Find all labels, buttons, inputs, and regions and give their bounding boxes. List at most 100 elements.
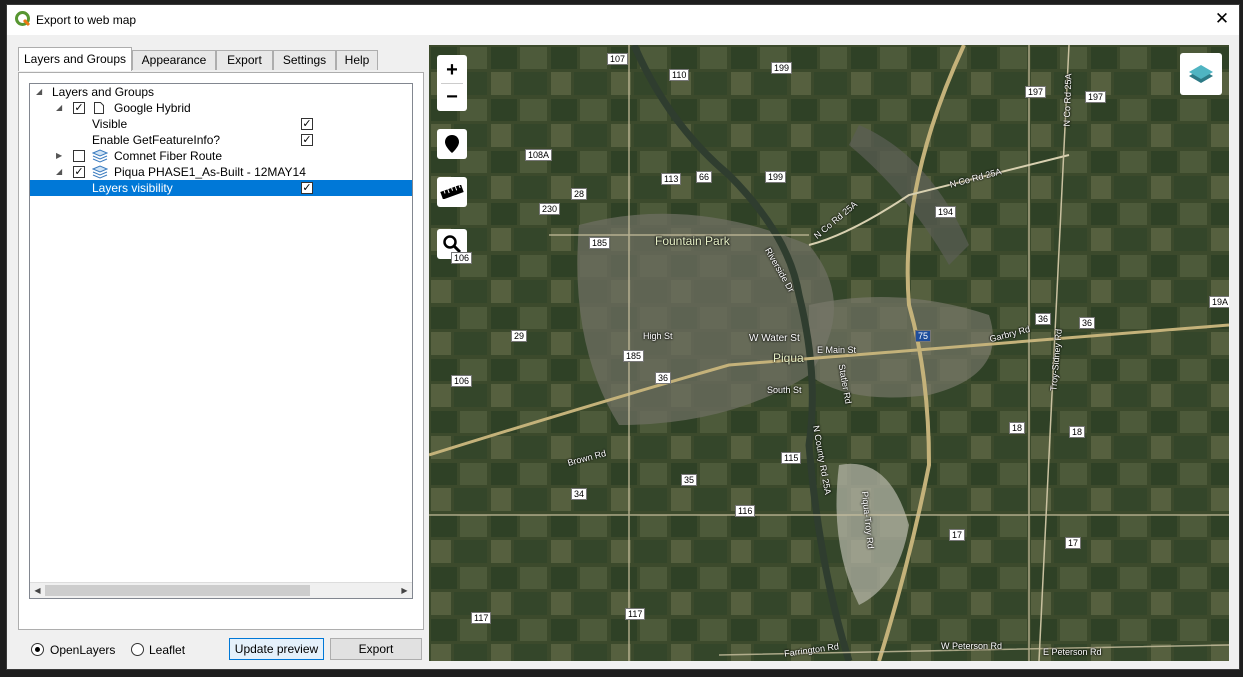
tab-appearance[interactable]: Appearance <box>132 50 216 70</box>
tree-item-layers-visibility[interactable]: Layers visibility ✓ <box>30 180 412 196</box>
layer-name: Google Hybrid <box>114 101 191 115</box>
left-panel: Layers and Groups Appearance Export Sett… <box>18 42 424 630</box>
route-shield: 107 <box>607 53 629 65</box>
layers-visibility-checkbox[interactable]: ✓ <box>301 182 313 194</box>
route-shield: 194 <box>935 206 957 218</box>
route-shield: 106 <box>451 252 473 264</box>
bottom-bar: OpenLayers Leaflet Update preview Export <box>18 638 424 664</box>
route-shield: 19A <box>1209 296 1229 308</box>
scroll-right-icon[interactable]: ▶ <box>397 583 412 598</box>
route-shield: 108A <box>525 149 553 161</box>
vector-layer-icon <box>92 165 108 179</box>
zoom-out-button[interactable]: − <box>446 84 458 110</box>
road-label: High St <box>643 331 673 341</box>
getfeatureinfo-label: Enable GetFeatureInfo? <box>92 133 221 147</box>
expand-arrow-icon[interactable]: ▶ <box>56 152 64 160</box>
route-shield: 36 <box>1079 317 1096 329</box>
route-shield: 117 <box>625 608 646 620</box>
road-label: N Co Rd 25A <box>1061 73 1074 127</box>
road-label: E Main St <box>817 345 857 355</box>
raster-layer-icon <box>94 102 104 114</box>
geolocate-icon[interactable] <box>437 129 467 159</box>
export-button[interactable]: Export <box>330 638 422 660</box>
layer-switcher-icon[interactable] <box>1180 53 1222 95</box>
route-shield: 36 <box>1035 313 1052 325</box>
tree-root-label: Layers and Groups <box>52 85 155 99</box>
route-shield: 197 <box>1025 86 1047 98</box>
collapse-arrow-icon[interactable]: ◢ <box>56 104 64 112</box>
layers-visibility-label: Layers visibility <box>92 181 173 195</box>
leaflet-radio[interactable] <box>131 643 144 656</box>
tree-item-google-hybrid[interactable]: ◢ ✓ Google Hybrid <box>30 100 412 116</box>
title-bar: Export to web map ✕ <box>7 5 1239 35</box>
tree-item-visible[interactable]: Visible ✓ <box>30 116 412 132</box>
route-shield: 17 <box>949 529 966 541</box>
layer-checkbox[interactable]: ✓ <box>73 166 85 178</box>
interstate-shield: 75 <box>915 330 932 342</box>
route-shield: 18 <box>1069 426 1086 438</box>
road-label: W Water St <box>749 333 800 344</box>
collapse-arrow-icon[interactable]: ◢ <box>36 88 44 96</box>
route-shield: 230 <box>539 203 561 215</box>
road-label: E Peterson Rd <box>1043 647 1102 657</box>
tree-item-getfeatureinfo[interactable]: Enable GetFeatureInfo? ✓ <box>30 132 412 148</box>
export-dialog: Export to web map ✕ Layers and Groups Ap… <box>6 4 1240 670</box>
tab-bar: Layers and Groups Appearance Export Sett… <box>18 47 424 73</box>
tree-item-piqua[interactable]: ◢ ✓ Piqua PHASE1_As-Built - 12MAY14 <box>30 164 412 180</box>
close-icon[interactable]: ✕ <box>1205 5 1239 33</box>
measure-ruler-icon[interactable] <box>437 177 467 207</box>
window-title: Export to web map <box>36 13 137 27</box>
map-preview[interactable]: + − Fountain Park Piqua W Water St High … <box>429 45 1229 661</box>
route-shield: 35 <box>681 474 698 486</box>
collapse-arrow-icon[interactable]: ◢ <box>56 168 64 176</box>
openlayers-radio[interactable] <box>31 643 44 656</box>
route-shield: 18 <box>1009 422 1026 434</box>
tab-export[interactable]: Export <box>216 50 273 70</box>
layer-checkbox[interactable] <box>73 150 85 162</box>
visible-checkbox[interactable]: ✓ <box>301 118 313 130</box>
route-shield: 113 <box>661 173 682 185</box>
route-shield: 34 <box>571 488 588 500</box>
tab-layers-and-groups[interactable]: Layers and Groups <box>18 47 132 71</box>
layer-name: Piqua PHASE1_As-Built - 12MAY14 <box>114 165 306 179</box>
route-shield: 117 <box>471 612 492 624</box>
route-shield: 116 <box>735 505 756 517</box>
vector-layer-icon <box>92 149 108 163</box>
layer-name: Comnet Fiber Route <box>114 149 223 163</box>
route-shield: 115 <box>781 452 802 464</box>
route-shield: 17 <box>1065 537 1082 549</box>
tab-settings[interactable]: Settings <box>273 50 336 70</box>
route-shield: 185 <box>623 350 645 362</box>
horizontal-scrollbar[interactable]: ◀ ▶ <box>30 582 412 598</box>
road-label: South St <box>767 385 802 395</box>
route-shield: 36 <box>655 372 672 384</box>
route-shield: 28 <box>571 188 588 200</box>
route-shield: 66 <box>696 171 713 183</box>
route-shield: 29 <box>511 330 528 342</box>
tab-help[interactable]: Help <box>336 50 378 70</box>
qgis-icon <box>15 11 31 27</box>
route-shield: 199 <box>765 171 787 183</box>
scroll-left-icon[interactable]: ◀ <box>30 583 45 598</box>
visible-label: Visible <box>92 117 128 131</box>
tree-item-comnet[interactable]: ▶ Comnet Fiber Route <box>30 148 412 164</box>
route-shield: 106 <box>451 375 473 387</box>
layer-tree[interactable]: ◢ Layers and Groups ◢ ✓ Google Hybrid Vi… <box>29 83 413 599</box>
route-shield: 185 <box>589 237 611 249</box>
layers-pane: ◢ Layers and Groups ◢ ✓ Google Hybrid Vi… <box>18 72 424 630</box>
getfeatureinfo-checkbox[interactable]: ✓ <box>301 134 313 146</box>
leaflet-label: Leaflet <box>149 643 186 657</box>
layer-checkbox[interactable]: ✓ <box>73 102 85 114</box>
zoom-in-button[interactable]: + <box>446 57 458 83</box>
tree-root[interactable]: ◢ Layers and Groups <box>30 84 412 100</box>
place-label: Fountain Park <box>655 234 730 248</box>
openlayers-label: OpenLayers <box>50 643 116 657</box>
scrollbar-thumb[interactable] <box>45 585 310 596</box>
place-label: Piqua <box>773 351 804 365</box>
route-shield: 199 <box>771 62 793 74</box>
zoom-control: + − <box>437 55 467 111</box>
route-shield: 110 <box>669 69 690 81</box>
route-shield: 197 <box>1085 91 1107 103</box>
update-preview-button[interactable]: Update preview <box>229 638 324 660</box>
road-label: W Peterson Rd <box>941 641 1003 651</box>
